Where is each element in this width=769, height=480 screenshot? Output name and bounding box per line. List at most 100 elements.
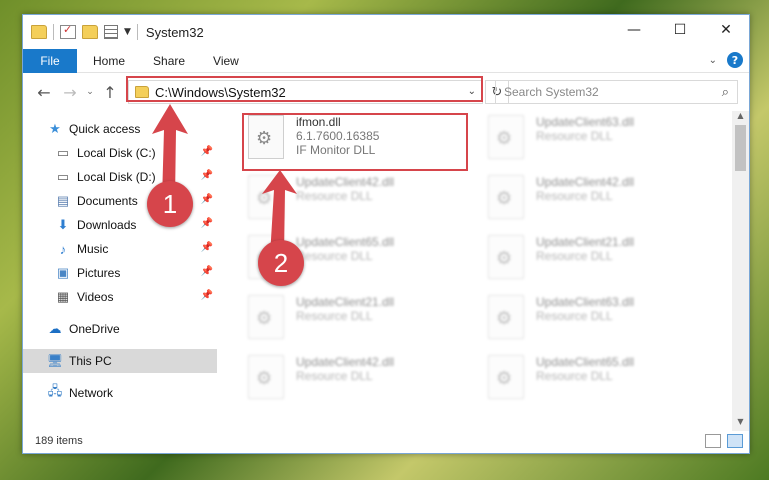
- file-item[interactable]: UpdateClient21.dllResource DLL: [488, 235, 718, 285]
- file-name: UpdateClient21.dll: [296, 295, 395, 309]
- quick-access-toolbar: ▼: [23, 23, 131, 40]
- pin-icon: 📌: [200, 170, 213, 181]
- recent-locations-button[interactable]: ⌄: [83, 87, 97, 97]
- close-button[interactable]: ✕: [703, 15, 749, 45]
- pin-icon: 📌: [200, 266, 213, 277]
- file-description: Resource DLL: [536, 309, 613, 323]
- tab-file[interactable]: File: [23, 48, 77, 73]
- sidebar-item-pictures[interactable]: ▣ Pictures 📌: [23, 261, 217, 285]
- file-item[interactable]: UpdateClient21.dllResource DLL: [248, 295, 478, 345]
- expand-ribbon-icon[interactable]: ⌄: [709, 55, 717, 66]
- sidebar-item-network[interactable]: 🖧 Network: [23, 381, 217, 405]
- scroll-thumb[interactable]: [735, 125, 746, 171]
- window-controls: — ☐ ✕: [611, 15, 749, 45]
- pictures-icon: ▣: [56, 265, 70, 280]
- new-folder-icon[interactable]: [82, 25, 98, 39]
- file-item[interactable]: UpdateClient65.dllResource DLL: [488, 355, 718, 405]
- dll-file-icon: [488, 295, 524, 339]
- sidebar-item-onedrive[interactable]: ☁ OneDrive: [23, 317, 217, 341]
- separator: [53, 24, 54, 40]
- minimize-button[interactable]: —: [611, 15, 657, 45]
- details-view-icon[interactable]: [705, 434, 721, 448]
- sidebar-item-videos[interactable]: ▦ Videos 📌: [23, 285, 217, 309]
- file-name: UpdateClient65.dll: [296, 235, 395, 249]
- sidebar-item-label: Network: [69, 386, 114, 400]
- view-switcher: [705, 434, 743, 448]
- music-icon: ♪: [59, 241, 67, 257]
- tab-home[interactable]: Home: [77, 54, 139, 68]
- sidebar-item-label: Local Disk (C:): [77, 146, 156, 160]
- scroll-up-icon[interactable]: ▲: [732, 111, 749, 125]
- callout-1: 1: [147, 181, 193, 227]
- file-description: Resource DLL: [296, 309, 373, 323]
- address-bar-highlight: [126, 76, 483, 102]
- tab-share[interactable]: Share: [139, 54, 199, 68]
- folder-icon: [31, 25, 47, 39]
- file-item[interactable]: UpdateClient63.dllResource DLL: [488, 295, 718, 345]
- file-name: UpdateClient63.dll: [536, 295, 635, 309]
- file-name: UpdateClient65.dll: [536, 355, 635, 369]
- sidebar-item-label: Local Disk (D:): [77, 170, 156, 184]
- search-input[interactable]: Search System32 ⌕: [495, 80, 738, 104]
- videos-icon: ▦: [56, 289, 70, 304]
- file-description: Resource DLL: [536, 369, 613, 383]
- sidebar-item-label: Quick access: [69, 122, 141, 136]
- sidebar-item-label: Downloads: [77, 218, 137, 232]
- file-name: UpdateClient63.dll: [536, 115, 635, 129]
- dll-file-icon: [488, 175, 524, 219]
- file-item[interactable]: UpdateClient63.dllResource DLL: [488, 115, 718, 165]
- sidebar-item-this-pc[interactable]: 🖥 This PC: [23, 349, 217, 373]
- large-icons-view-icon[interactable]: [727, 434, 743, 448]
- sidebar-item-label: This PC: [69, 354, 112, 368]
- sidebar-item-label: Videos: [77, 290, 114, 304]
- download-icon: ⬇: [57, 217, 69, 232]
- sidebar-item-label: Documents: [77, 194, 138, 208]
- sidebar-item-label: Music: [77, 242, 109, 256]
- pin-icon: 📌: [200, 290, 213, 301]
- dll-file-icon: [248, 295, 284, 339]
- sidebar-item-music[interactable]: ♪ Music 📌: [23, 237, 217, 261]
- view-options-icon[interactable]: [104, 25, 118, 39]
- network-icon: 🖧: [47, 383, 63, 398]
- file-highlight: [242, 113, 468, 171]
- help-icon[interactable]: ?: [727, 52, 743, 68]
- sidebar-item-local-disk-c[interactable]: ▭ Local Disk (C:) 📌: [23, 141, 217, 165]
- back-button[interactable]: ←: [31, 83, 57, 102]
- forward-button[interactable]: →: [57, 83, 83, 102]
- search-icon[interactable]: ⌕: [722, 84, 729, 100]
- file-description: Resource DLL: [536, 249, 613, 263]
- file-name: UpdateClient42.dll: [296, 175, 395, 189]
- pin-icon: 📌: [200, 242, 213, 253]
- file-item[interactable]: UpdateClient42.dllResource DLL: [248, 355, 478, 405]
- status-bar: 189 items: [23, 429, 749, 453]
- file-name: UpdateClient42.dll: [536, 175, 635, 189]
- up-button[interactable]: ↑: [97, 83, 123, 102]
- callout-2: 2: [258, 240, 304, 286]
- dll-file-icon: [488, 235, 524, 279]
- search-placeholder: Search System32: [504, 85, 599, 99]
- sidebar-item-quick-access[interactable]: ★ Quick access: [23, 117, 217, 141]
- title-bar: ▼ System32 — ☐ ✕: [23, 15, 749, 49]
- sidebar-item-local-disk-d[interactable]: ▭ Local Disk (D:) 📌: [23, 165, 217, 189]
- file-item[interactable]: UpdateClient42.dllResource DLL: [488, 175, 718, 225]
- file-name: UpdateClient21.dll: [536, 235, 635, 249]
- properties-icon[interactable]: [60, 23, 76, 39]
- file-item[interactable]: UpdateClient42.dllResource DLL: [248, 175, 478, 225]
- file-description: Resource DLL: [296, 369, 373, 383]
- sidebar-item-label: Pictures: [77, 266, 121, 280]
- customize-toolbar-icon[interactable]: ▼: [124, 27, 131, 37]
- vertical-scrollbar[interactable]: ▲ ▼: [732, 111, 749, 431]
- documents-icon: ▤: [56, 193, 70, 208]
- dll-file-icon: [248, 355, 284, 399]
- pin-icon: 📌: [200, 146, 213, 157]
- tab-view[interactable]: View: [199, 54, 253, 68]
- separator: [136, 24, 138, 40]
- pin-icon: 📌: [200, 194, 213, 205]
- dll-file-icon: [488, 115, 524, 159]
- sidebar-item-label: OneDrive: [69, 322, 120, 336]
- ribbon-tabs: File Home Share View ⌄ ?: [23, 48, 749, 73]
- cloud-icon: ☁: [48, 321, 62, 336]
- dll-file-icon: [488, 355, 524, 399]
- navigation-pane: ★ Quick access ▭ Local Disk (C:) 📌 ▭ Loc…: [23, 111, 217, 431]
- maximize-button[interactable]: ☐: [657, 15, 703, 45]
